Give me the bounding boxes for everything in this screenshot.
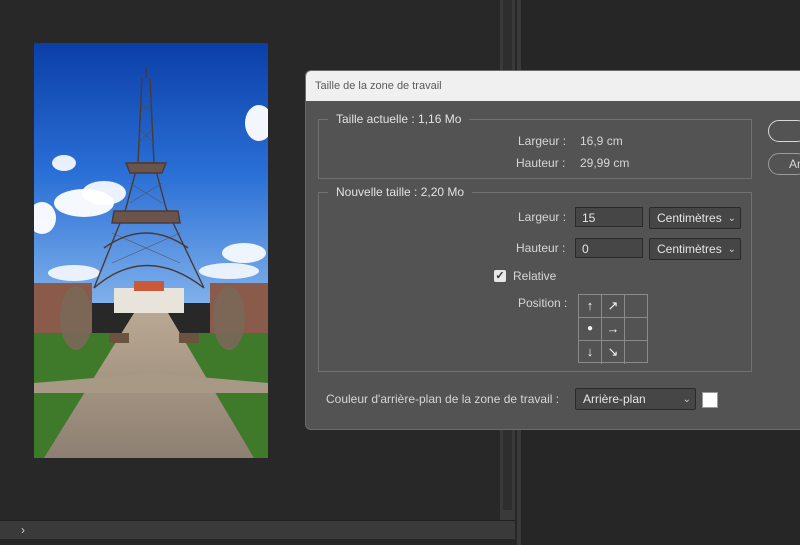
relative-label[interactable]: Relative: [513, 269, 556, 283]
eiffel-tower-photo: [34, 43, 268, 458]
new-size-legend: Nouvelle taille : 2,20 Mo: [328, 184, 473, 200]
chevron-down-icon: ⌄: [727, 213, 736, 224]
dialog-title[interactable]: Taille de la zone de travail: [306, 71, 800, 101]
new-width-input[interactable]: 15: [575, 207, 643, 227]
cancel-button[interactable]: An: [768, 153, 800, 175]
anchor-grid[interactable]: ↑ ↗ ● → ↓ ↘: [578, 294, 648, 364]
background-color-label: Couleur d'arrière-plan de la zone de tra…: [326, 392, 560, 406]
current-width-label: Largeur :: [518, 134, 567, 148]
current-size-group: Taille actuelle : 1,16 Mo: [318, 111, 752, 179]
current-height-value: 29,99 cm: [580, 156, 630, 170]
arrow-up-icon[interactable]: ↑: [579, 295, 602, 318]
arrow-down-icon[interactable]: ↓: [579, 341, 602, 364]
arrow-right-icon[interactable]: →: [602, 318, 625, 341]
width-unit-value: Centimètres: [657, 211, 722, 225]
height-unit-select[interactable]: Centimètres ⌄: [649, 238, 741, 260]
new-height-label: Hauteur :: [516, 241, 566, 255]
new-height-input[interactable]: 0: [575, 238, 643, 258]
anchor-center-dot-icon[interactable]: ●: [579, 318, 602, 341]
anchor-middle-right[interactable]: [625, 318, 648, 341]
current-size-legend: Taille actuelle : 1,16 Mo: [328, 111, 470, 127]
scroll-right-icon[interactable]: ›: [14, 521, 32, 539]
anchor-bottom-right[interactable]: [625, 341, 648, 364]
background-color-select[interactable]: Arrière-plan ⌄: [575, 388, 696, 410]
new-width-label: Largeur :: [518, 210, 567, 224]
background-color-value: Arrière-plan: [583, 392, 646, 406]
relative-checkbox[interactable]: ✓: [494, 270, 506, 282]
background-color-swatch[interactable]: [702, 392, 718, 408]
horizontal-scrollbar[interactable]: ›: [0, 520, 515, 539]
position-label: Position :: [518, 296, 568, 310]
ok-button[interactable]: [768, 120, 800, 142]
anchor-top-right[interactable]: [625, 295, 648, 318]
height-unit-value: Centimètres: [657, 242, 722, 256]
arrow-up-right-icon[interactable]: ↗: [602, 295, 625, 318]
current-width-value: 16,9 cm: [580, 134, 623, 148]
current-height-label: Hauteur :: [516, 156, 566, 170]
chevron-down-icon: ⌄: [727, 244, 736, 255]
chevron-down-icon: ⌄: [682, 394, 691, 405]
width-unit-select[interactable]: Centimètres ⌄: [649, 207, 741, 229]
arrow-down-right-icon[interactable]: ↘: [602, 341, 625, 364]
